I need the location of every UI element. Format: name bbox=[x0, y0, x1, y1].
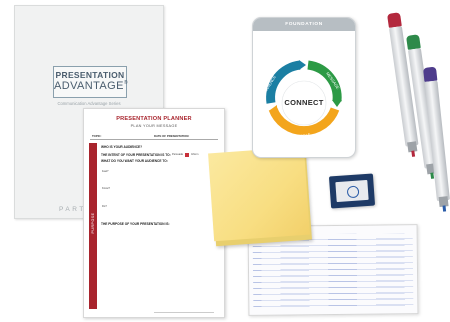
want-feel: Feel? bbox=[102, 170, 109, 173]
foundation-card: FOUNDATION CONNECT AUDIENCE MESSAGE YOUR… bbox=[252, 17, 356, 158]
planner-header-row: TOPIC: DATE OF PRESENTATION: bbox=[90, 134, 218, 140]
intent-option-persuade: Persuade bbox=[172, 153, 183, 156]
notepad-lines bbox=[252, 233, 414, 311]
topic-label: TOPIC: bbox=[92, 134, 102, 138]
purpose-sidebar-label: PURPOSE bbox=[91, 212, 95, 234]
planner-subtitle: PLAN YOUR MESSAGE bbox=[130, 124, 178, 128]
pen-purple-tip bbox=[442, 205, 447, 212]
card-header-label: FOUNDATION bbox=[285, 21, 323, 27]
q-intent: THE INTENT OF YOUR PRESENTATION IS TO: bbox=[101, 153, 171, 157]
persuade-label: Persuade bbox=[172, 153, 184, 156]
registered-mark: ® bbox=[123, 80, 128, 86]
sd-card-logo bbox=[346, 185, 360, 199]
pen-purple-cap bbox=[423, 66, 438, 82]
sd-card-label bbox=[335, 179, 369, 203]
binder-logo: PRESENTATION ADVANTAGE® bbox=[53, 66, 128, 98]
pen-red-tip bbox=[411, 150, 416, 157]
date-label: DATE OF PRESENTATION: bbox=[154, 134, 190, 138]
binder-title-bottom-text: ADVANTAGE bbox=[54, 80, 124, 92]
binder-subtitle: Communication Advantage Series bbox=[57, 101, 121, 106]
want-know: Know? bbox=[102, 187, 110, 190]
q-purpose: THE PURPOSE OF YOUR PRESENTATION IS: bbox=[101, 222, 170, 226]
q-audience: WHO IS YOUR AUDIENCE? bbox=[101, 145, 143, 149]
q-want: WHAT DO YOU WANT YOUR AUDIENCE TO: bbox=[101, 159, 168, 163]
planner-title: PRESENTATION PLANNER bbox=[116, 116, 192, 122]
arrow-audience bbox=[299, 60, 306, 70]
sd-memory-card bbox=[328, 173, 376, 209]
connect-label: CONNECT bbox=[284, 98, 324, 107]
purpose-sidebar: PURPOSE bbox=[89, 143, 97, 309]
want-do: Do? bbox=[102, 205, 107, 208]
presentation-planner-sheet: PRESENTATION PLANNER PLAN YOUR MESSAGE T… bbox=[83, 108, 225, 318]
planner-footer-line bbox=[154, 312, 214, 313]
binder-title-top: PRESENTATION bbox=[55, 70, 125, 80]
sticky-note-pad bbox=[208, 146, 310, 242]
inform-label: Inform bbox=[191, 153, 199, 156]
intent-option-inform: Inform bbox=[191, 153, 198, 156]
intent-checkbox bbox=[185, 152, 189, 157]
binder-title-bottom: ADVANTAGE® bbox=[54, 80, 128, 92]
card-header: FOUNDATION bbox=[253, 18, 355, 31]
